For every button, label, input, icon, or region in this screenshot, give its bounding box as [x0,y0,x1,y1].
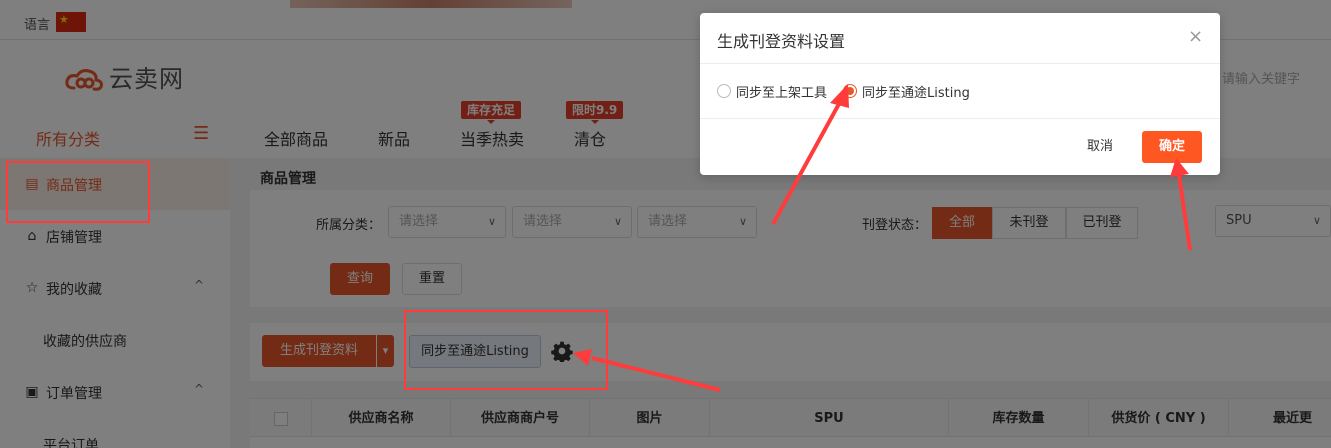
dialog-divider [700,63,1220,64]
dialog-divider [700,118,1220,119]
radio-listing-tool[interactable] [717,84,731,98]
generate-settings-dialog: 生成刊登资料设置 × 同步至上架工具 同步至通途Listing 取消 确定 [700,13,1220,175]
dialog-title: 生成刊登资料设置 [717,32,846,51]
cancel-button[interactable]: 取消 [1068,132,1132,162]
close-icon[interactable]: × [1188,27,1203,47]
annotation-highlight-box [6,161,150,223]
radio-label-listing-tool[interactable]: 同步至上架工具 [736,82,827,101]
confirm-button[interactable]: 确定 [1142,131,1202,163]
radio-label-tongtu-listing[interactable]: 同步至通途Listing [862,82,970,101]
radio-tongtu-listing[interactable] [843,84,857,98]
annotation-highlight-box [404,310,608,390]
